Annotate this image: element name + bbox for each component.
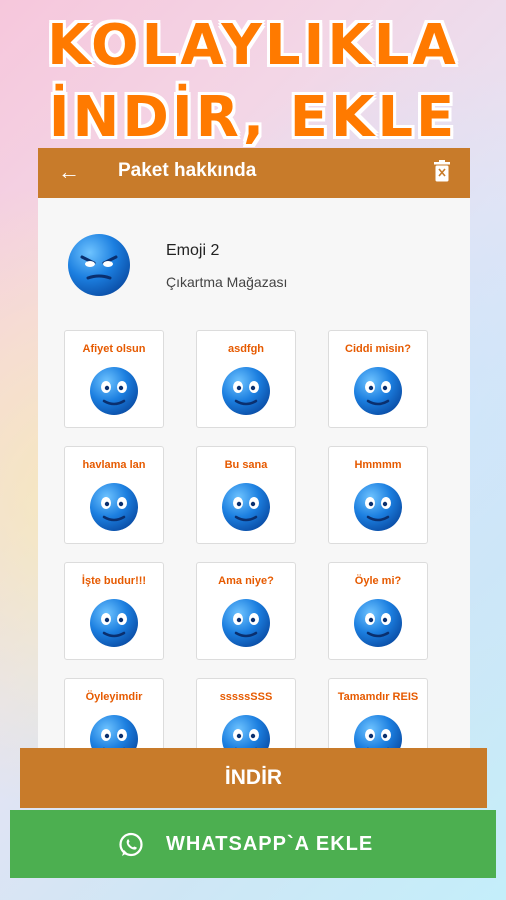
emoji-face-icon: [354, 367, 402, 415]
sticker-item[interactable]: Hmmmm: [328, 446, 428, 544]
sticker-item[interactable]: Afiyet olsun: [64, 330, 164, 428]
emoji-face-icon: [222, 367, 270, 415]
sticker-caption: Afiyet olsun: [82, 343, 146, 355]
sticker-item[interactable]: İşte budur!!!: [64, 562, 164, 660]
emoji-face-icon: [90, 599, 138, 647]
sticker-caption: Bu sana: [224, 459, 268, 471]
sticker-caption: Ama niye?: [218, 575, 274, 587]
pack-header: Emoji 2 Çıkartma Mağazası: [38, 198, 470, 308]
sticker-caption: sssssSSS: [219, 691, 273, 703]
pack-details: Emoji 2 Çıkartma Mağazası Afiyet olsun as…: [38, 198, 470, 768]
sticker-item[interactable]: Ama niye?: [196, 562, 296, 660]
sticker-caption: İşte budur!!!: [81, 575, 147, 587]
sticker-caption: asdfgh: [227, 343, 265, 355]
phone-screen: ← Paket hakkında Emoji 2 Çıkartma Mağaza…: [38, 148, 470, 768]
sticker-caption: Tamamdır REIS: [337, 691, 419, 703]
emoji-face-icon: [354, 483, 402, 531]
sticker-caption: havlama lan: [82, 459, 146, 471]
sticker-item[interactable]: Öyle mi?: [328, 562, 428, 660]
pack-name: Emoji 2: [166, 242, 220, 259]
sticker-caption: Ciddi misin?: [345, 343, 411, 355]
whatsapp-icon: [119, 832, 143, 857]
emoji-face-icon: [222, 599, 270, 647]
arrow-left-icon[interactable]: ←: [58, 159, 80, 185]
pack-tray-icon: [68, 234, 130, 296]
emoji-face-icon: [90, 483, 138, 531]
emoji-face-icon: [354, 599, 402, 647]
emoji-face-icon: [222, 483, 270, 531]
sticker-item[interactable]: havlama lan: [64, 446, 164, 544]
sticker-caption: Hmmmm: [354, 459, 402, 471]
sticker-caption: Öyle mi?: [354, 575, 402, 587]
add-to-whatsapp-button[interactable]: WHATSAPP`A EKLE: [10, 810, 496, 878]
download-button[interactable]: İNDİR: [20, 748, 487, 808]
promo-headline-2: İNDİR, EKLE: [48, 85, 458, 150]
whatsapp-button-label: WHATSAPP`A EKLE: [166, 833, 374, 855]
sticker-item[interactable]: asdfgh: [196, 330, 296, 428]
sticker-item[interactable]: Ciddi misin?: [328, 330, 428, 428]
trash-icon[interactable]: [434, 160, 450, 182]
promo-headline-1: KOLAYLIKLA: [47, 13, 459, 78]
page-title: Paket hakkında: [118, 160, 257, 181]
sticker-caption: Öyleyimdir: [85, 691, 143, 703]
pack-publisher: Çıkartma Mağazası: [166, 274, 288, 290]
app-bar: ← Paket hakkında: [38, 148, 470, 198]
sticker-item[interactable]: Bu sana: [196, 446, 296, 544]
emoji-face-icon: [90, 367, 138, 415]
